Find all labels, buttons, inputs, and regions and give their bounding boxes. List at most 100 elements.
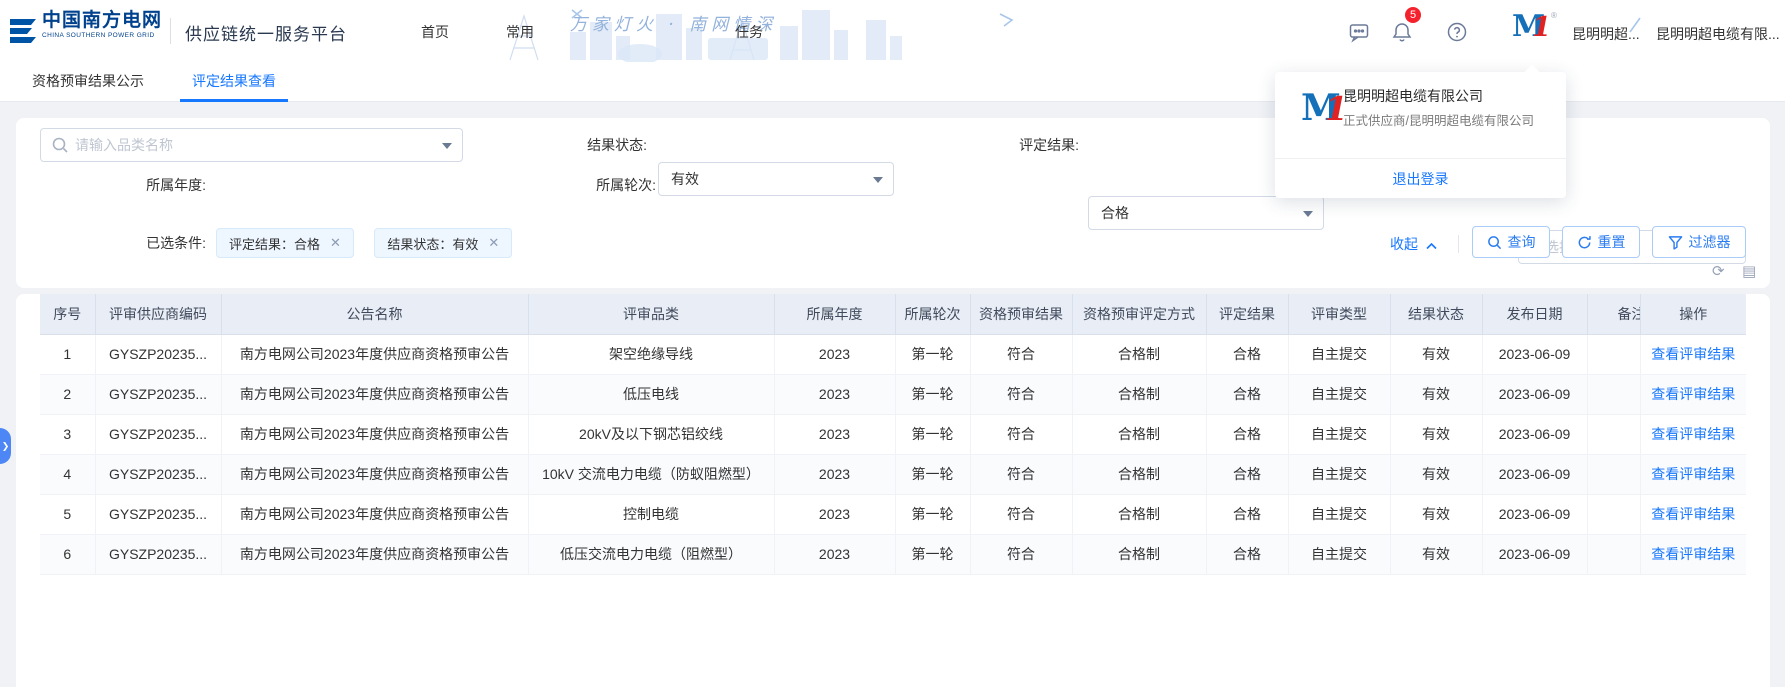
sidebar-expand-handle[interactable]: ❯ <box>0 428 11 464</box>
filter-button[interactable]: 过滤器 <box>1652 226 1746 258</box>
cell-status: 有效 <box>1390 414 1482 454</box>
search-icon <box>1487 235 1502 250</box>
column-header-action: 操作 <box>1640 294 1746 334</box>
cell-code: GYSZP20235... <box>95 494 221 534</box>
table-row: 1GYSZP20235...南方电网公司2023年度供应商资格预审公告架空绝缘导… <box>40 334 1746 374</box>
collapse-button[interactable]: 收起 <box>1390 228 1437 260</box>
cell-notice: 南方电网公司2023年度供应商资格预审公告 <box>221 534 528 574</box>
cell-result: 合格 <box>1206 414 1288 454</box>
status-filter-value: 有效 <box>671 171 699 187</box>
cell-remark <box>1587 414 1640 454</box>
brand-block: 中国南方电网 CHINA SOUTHERN POWER GRID <box>42 11 162 40</box>
chip-status: 结果状态：有效✕ <box>374 228 512 258</box>
selected-conditions-label: 已选条件: <box>40 228 206 258</box>
cell-no: 5 <box>40 494 95 534</box>
cell-remark <box>1587 534 1640 574</box>
table-refresh-icon[interactable]: ⟳ <box>1712 264 1725 280</box>
chevron-down-icon <box>873 177 883 183</box>
help-icon[interactable] <box>1446 21 1468 43</box>
year-filter-label: 所属年度: <box>40 168 206 202</box>
cell-method: 合格制 <box>1072 454 1206 494</box>
cell-status: 有效 <box>1390 454 1482 494</box>
cell-prequal: 符合 <box>970 534 1072 574</box>
cell-category: 低压交流电力电缆（阻燃型） <box>528 534 774 574</box>
result-filter-select[interactable]: 合格 <box>1088 196 1324 230</box>
cell-prequal: 符合 <box>970 414 1072 454</box>
cell-remark <box>1587 334 1640 374</box>
cell-prequal: 符合 <box>970 334 1072 374</box>
avatar[interactable]: M1® <box>1512 12 1552 52</box>
result-filter-label: 评定结果: <box>899 128 1079 162</box>
cell-action: 查看评审结果 <box>1640 334 1746 374</box>
chevron-down-icon <box>1303 211 1313 217</box>
cell-notice: 南方电网公司2023年度供应商资格预审公告 <box>221 494 528 534</box>
chip-close-icon[interactable]: ✕ <box>488 235 499 251</box>
nav-item-common[interactable]: 常用 <box>506 22 534 42</box>
view-review-result-link[interactable]: 查看评审结果 <box>1651 466 1735 482</box>
logout-button[interactable]: 退出登录 <box>1275 158 1566 198</box>
chip-close-icon[interactable]: ✕ <box>330 235 341 251</box>
cell-type: 自主提交 <box>1288 414 1390 454</box>
cell-year: 2023 <box>774 334 895 374</box>
status-filter-label: 结果状态: <box>467 128 647 162</box>
view-review-result-link[interactable]: 查看评审结果 <box>1651 386 1735 402</box>
cell-category: 20kV及以下钢芯铝绞线 <box>528 414 774 454</box>
cell-remark <box>1587 454 1640 494</box>
cell-date: 2023-06-09 <box>1482 334 1587 374</box>
cell-action: 查看评审结果 <box>1640 374 1746 414</box>
selected-condition-chips: 评定结果：合格✕ 结果状态：有效✕ <box>216 228 528 258</box>
cell-type: 自主提交 <box>1288 374 1390 414</box>
cell-round: 第一轮 <box>895 494 970 534</box>
notification-bell-icon[interactable] <box>1391 21 1413 43</box>
cell-action: 查看评审结果 <box>1640 414 1746 454</box>
cell-result: 合格 <box>1206 374 1288 414</box>
nav-item-tasks[interactable]: 任务 <box>735 22 763 42</box>
brand-name-en: CHINA SOUTHERN POWER GRID <box>42 33 162 40</box>
table-row: 3GYSZP20235...南方电网公司2023年度供应商资格预审公告20kV及… <box>40 414 1746 454</box>
message-icon[interactable] <box>1348 21 1370 43</box>
table-row: 4GYSZP20235...南方电网公司2023年度供应商资格预审公告10kV … <box>40 454 1746 494</box>
category-search-select[interactable]: 请输入品类名称 <box>40 128 463 162</box>
top-header: 万家灯火 · 南网情深 中国南方电网 CHINA SOUTHERN POWER … <box>0 0 1785 62</box>
view-review-result-link[interactable]: 查看评审结果 <box>1651 346 1735 362</box>
cell-prequal: 符合 <box>970 454 1072 494</box>
cell-date: 2023-06-09 <box>1482 374 1587 414</box>
cell-no: 2 <box>40 374 95 414</box>
user-company-short[interactable]: 昆明明超电缆有限... <box>1656 24 1782 44</box>
refresh-icon <box>1577 235 1592 250</box>
cell-action: 查看评审结果 <box>1640 534 1746 574</box>
query-button[interactable]: 查询 <box>1472 226 1550 258</box>
cell-year: 2023 <box>774 414 895 454</box>
column-settings-icon[interactable]: ▤ <box>1742 264 1756 280</box>
nav-item-home[interactable]: 首页 <box>421 22 449 42</box>
column-header-remark: 备注 <box>1587 294 1640 334</box>
cell-round: 第一轮 <box>895 374 970 414</box>
tab-prequalification-results[interactable]: 资格预审结果公示 <box>20 62 156 102</box>
cell-round: 第一轮 <box>895 414 970 454</box>
cell-no: 6 <box>40 534 95 574</box>
column-header-no: 序号 <box>40 294 95 334</box>
cell-round: 第一轮 <box>895 454 970 494</box>
table-header-row: 序号评审供应商编码公告名称评审品类所属年度所属轮次资格预审结果资格预审评定方式评… <box>40 294 1746 334</box>
cell-notice: 南方电网公司2023年度供应商资格预审公告 <box>221 454 528 494</box>
column-header-code: 评审供应商编码 <box>95 294 221 334</box>
csg-logo-icon <box>8 14 38 48</box>
column-header-date: 发布日期 <box>1482 294 1587 334</box>
cell-action: 查看评审结果 <box>1640 494 1746 534</box>
tab-evaluation-results[interactable]: 评定结果查看 <box>180 62 288 102</box>
reset-button[interactable]: 重置 <box>1562 226 1640 258</box>
cell-year: 2023 <box>774 374 895 414</box>
view-review-result-link[interactable]: 查看评审结果 <box>1651 506 1735 522</box>
cell-type: 自主提交 <box>1288 494 1390 534</box>
view-review-result-link[interactable]: 查看评审结果 <box>1651 546 1735 562</box>
user-name-short[interactable]: 昆明明超... <box>1572 24 1644 44</box>
status-filter-select[interactable]: 有效 <box>658 162 894 196</box>
cell-type: 自主提交 <box>1288 334 1390 374</box>
cell-year: 2023 <box>774 494 895 534</box>
cell-result: 合格 <box>1206 454 1288 494</box>
cell-prequal: 符合 <box>970 494 1072 534</box>
cell-code: GYSZP20235... <box>95 334 221 374</box>
column-header-method: 资格预审评定方式 <box>1072 294 1206 334</box>
notification-badge: 5 <box>1405 7 1421 23</box>
view-review-result-link[interactable]: 查看评审结果 <box>1651 426 1735 442</box>
